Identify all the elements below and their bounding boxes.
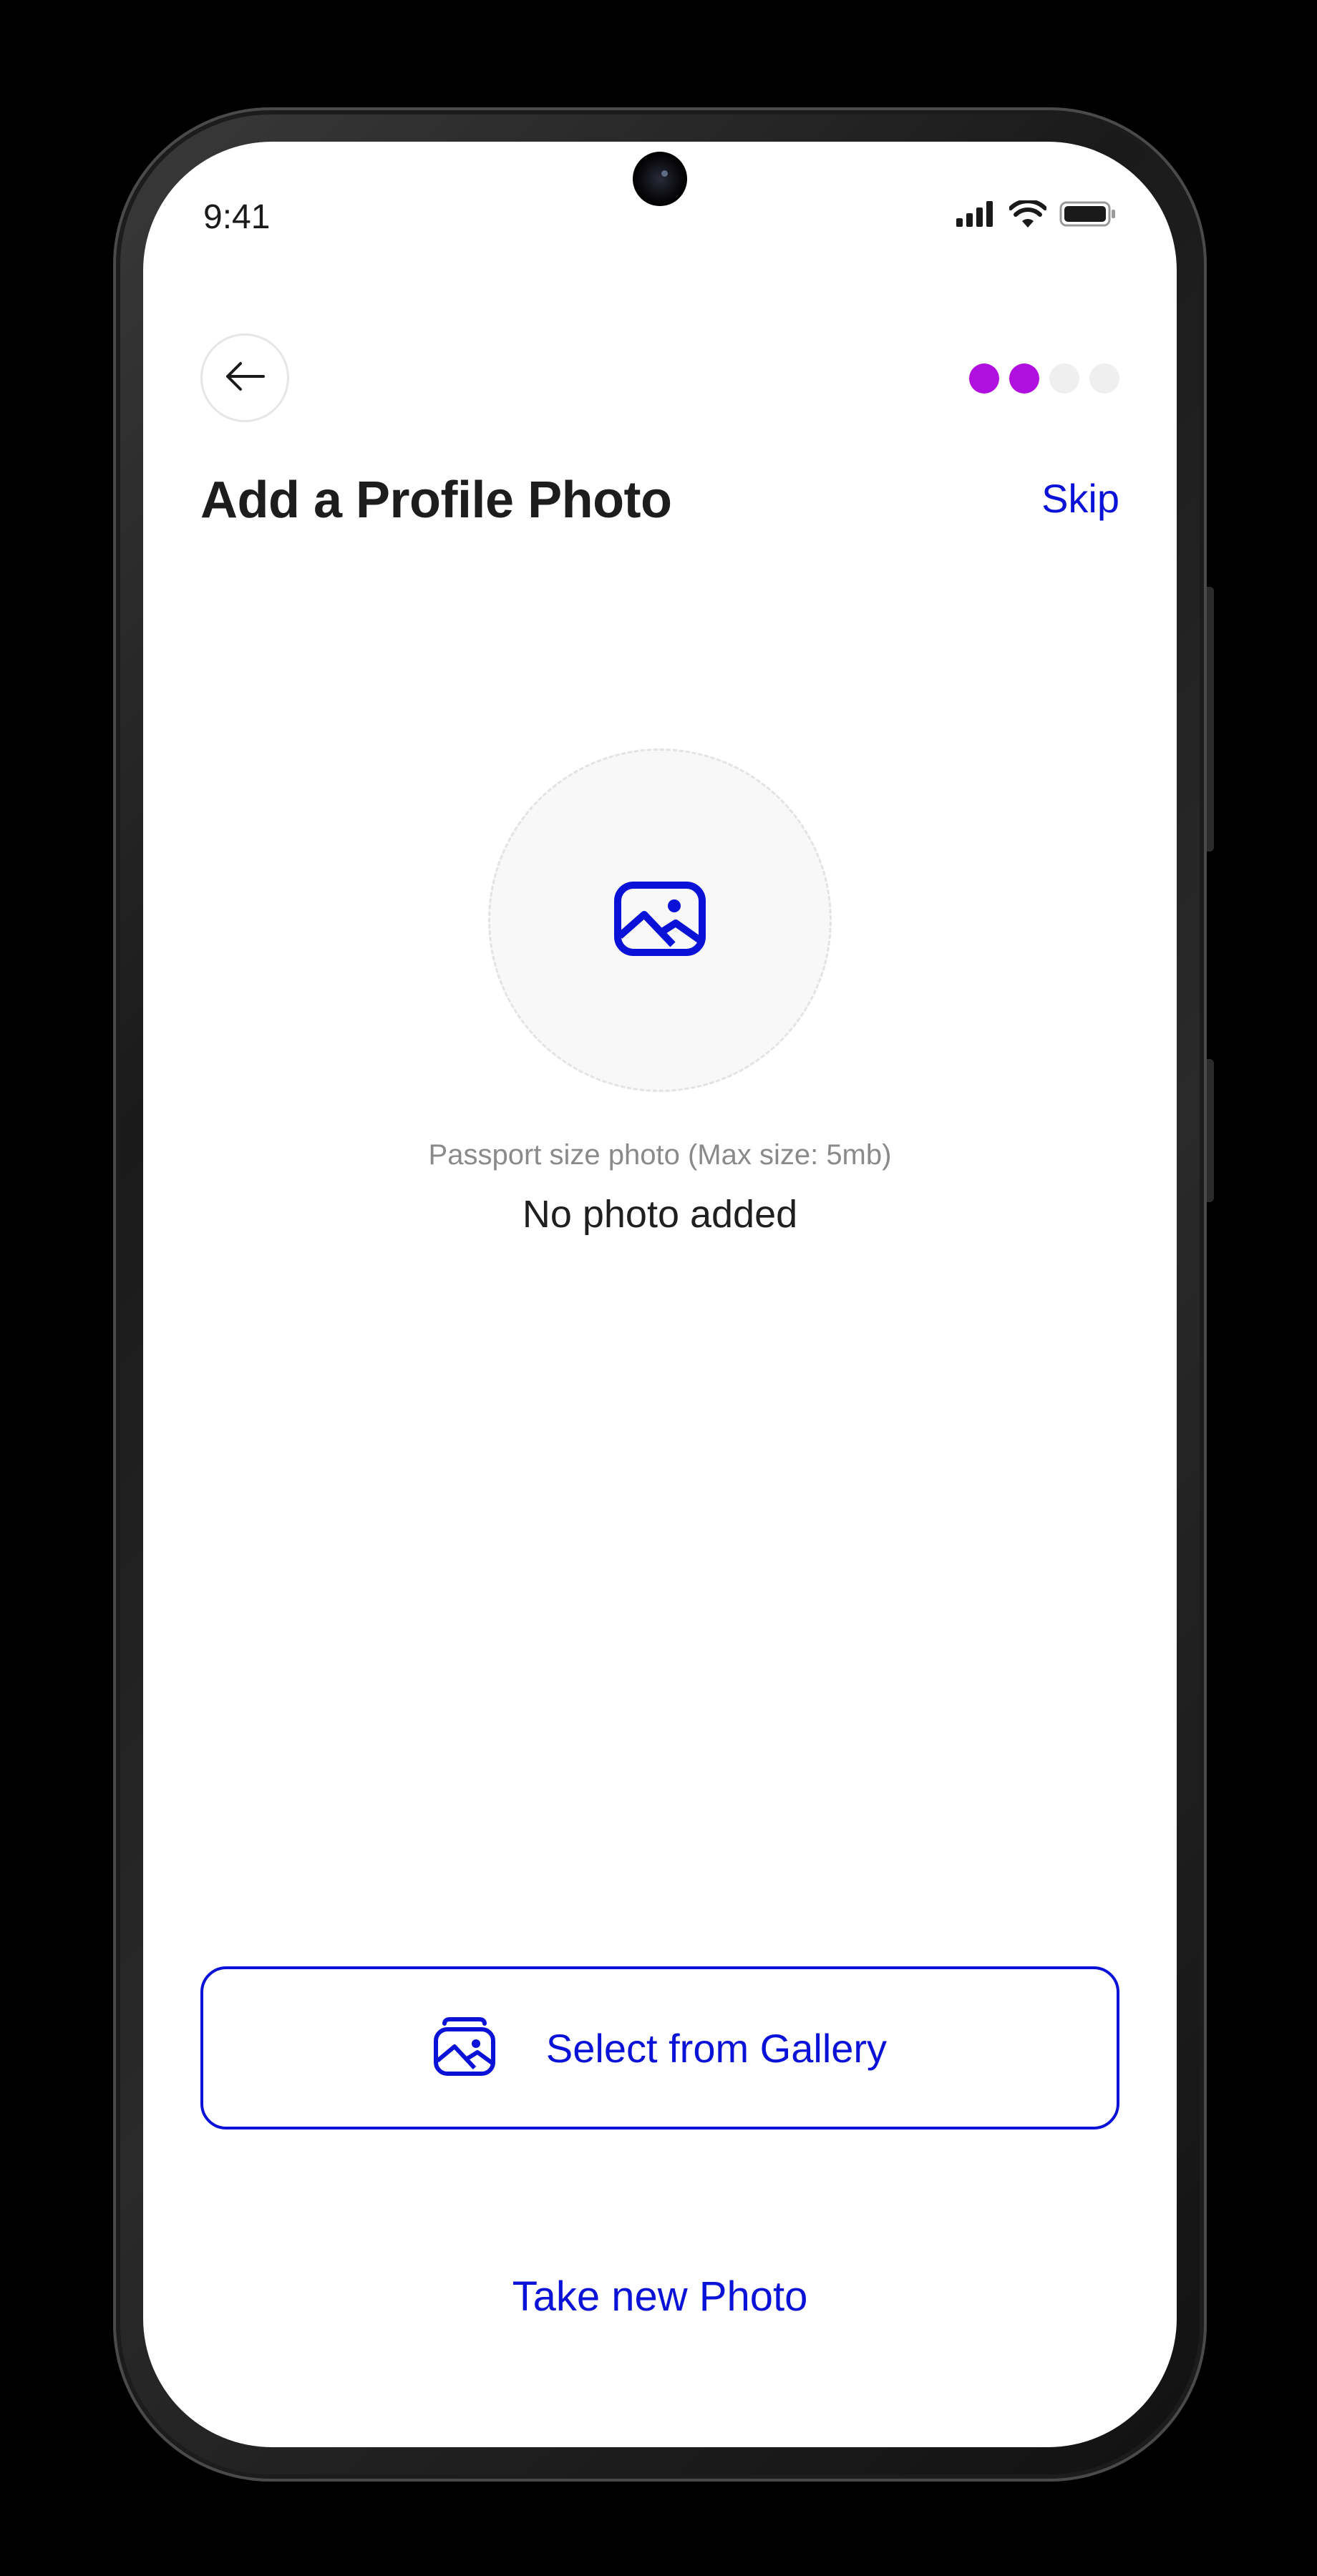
app-screen: 9:41 Add a Profile Photo Skip Passport s… xyxy=(143,142,1177,2447)
signal-icon xyxy=(956,201,996,230)
photo-status: No photo added xyxy=(522,1193,798,1236)
battery-icon xyxy=(1059,201,1117,230)
arrow-left-icon xyxy=(223,361,266,396)
take-new-photo-button[interactable]: Take new Photo xyxy=(143,2273,1177,2321)
back-button[interactable] xyxy=(200,333,289,422)
skip-button[interactable]: Skip xyxy=(1041,475,1119,522)
phone-frame: 9:41 Add a Profile Photo Skip Passport s… xyxy=(113,107,1214,2482)
image-icon xyxy=(614,881,706,960)
page-title: Add a Profile Photo xyxy=(200,472,672,529)
progress-dot-1 xyxy=(969,364,999,394)
power-button xyxy=(1207,587,1214,852)
select-from-gallery-button[interactable]: Select from Gallery xyxy=(200,1966,1119,2129)
photo-placeholder[interactable] xyxy=(488,748,832,1092)
progress-dot-3 xyxy=(1049,364,1079,394)
front-camera xyxy=(633,152,687,206)
progress-dot-2 xyxy=(1009,364,1039,394)
gallery-icon xyxy=(433,2016,496,2080)
step-progress xyxy=(969,364,1119,394)
wifi-icon xyxy=(1009,199,1047,231)
status-time: 9:41 xyxy=(203,198,271,236)
gallery-button-label: Select from Gallery xyxy=(545,2025,888,2071)
photo-hint: Passport size photo (Max size: 5mb) xyxy=(428,1139,892,1171)
volume-button xyxy=(1207,1059,1214,1202)
status-icons xyxy=(956,199,1117,231)
progress-dot-4 xyxy=(1089,364,1119,394)
